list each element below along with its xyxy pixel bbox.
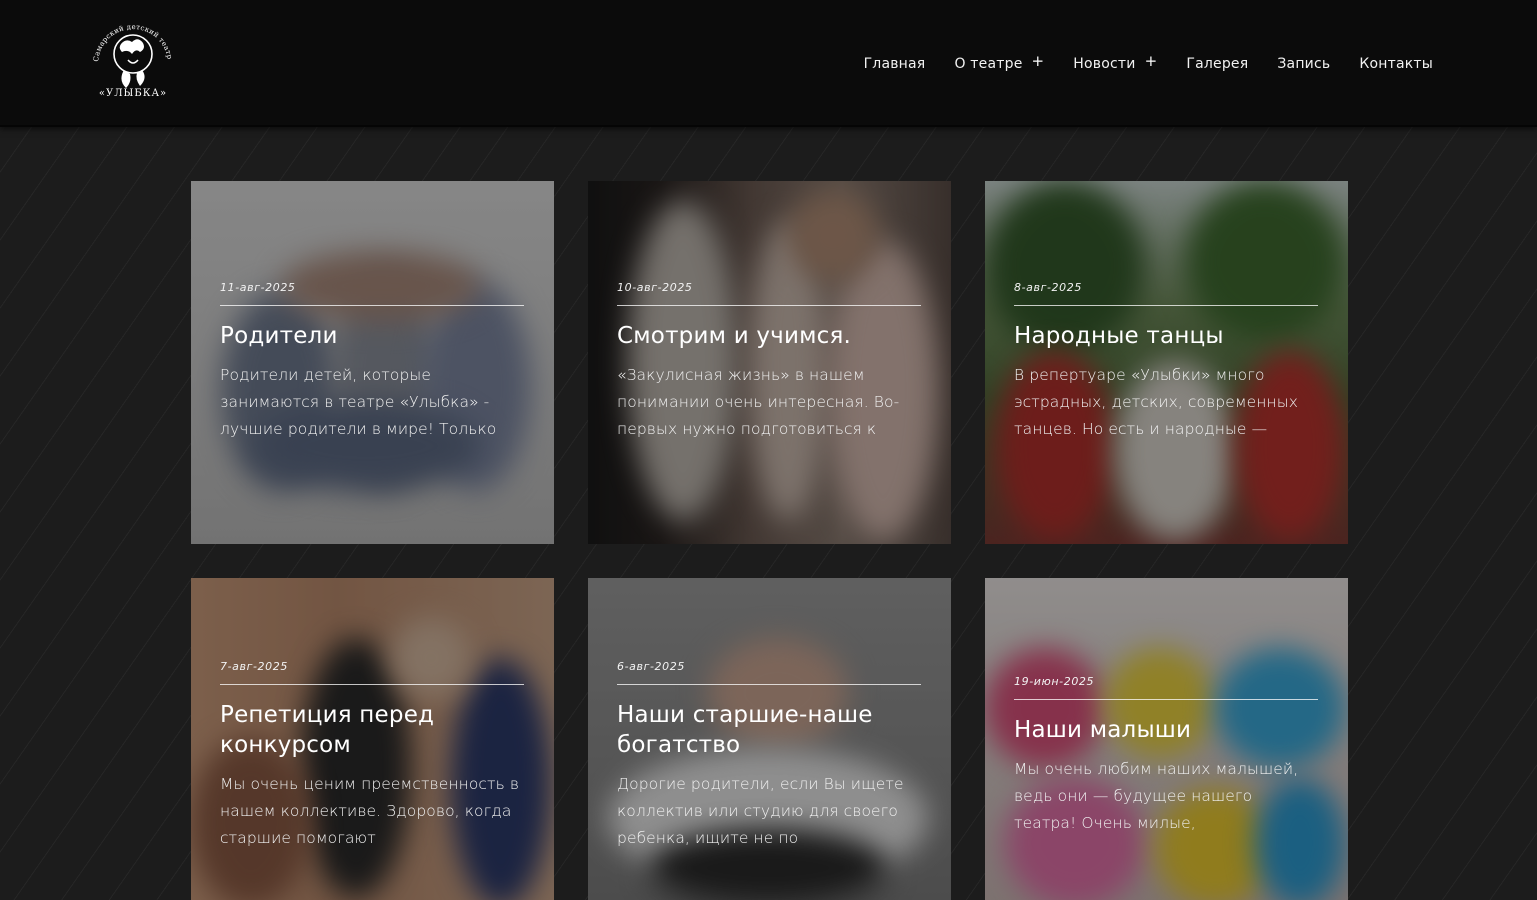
- post-card[interactable]: 7-авг-2025 Репетиция перед конкурсом Мы …: [191, 578, 554, 900]
- post-excerpt: Родители детей, которые занимаются в теа…: [220, 366, 497, 438]
- nav-item-about[interactable]: О театре +: [954, 52, 1045, 73]
- post-date: 6-авг-2025: [617, 660, 921, 685]
- nav-item-label: Главная: [863, 56, 926, 72]
- post-title[interactable]: Репетиция перед конкурсом: [220, 700, 524, 760]
- post-date: 7-авг-2025: [220, 660, 524, 685]
- svg-text:Самарский детский театр танца: Самарский детский театр танца «УЛЫБКА»: [88, 16, 174, 62]
- logo-arc-text: Самарский детский театр танца «УЛЫБКА»: [84, 10, 173, 62]
- site-header: Самарский детский театр танца «УЛЫБКА» «…: [0, 0, 1537, 127]
- post-card[interactable]: 19-июн-2025 Наши малыши Мы очень любим н…: [985, 578, 1348, 900]
- post-content: 7-авг-2025 Репетиция перед конкурсом Мы …: [220, 660, 524, 852]
- post-excerpt: Мы очень любим наших малышей, ведь они —…: [1014, 760, 1299, 832]
- nav-item-label: Запись: [1277, 56, 1331, 72]
- post-card[interactable]: 10-авг-2025 Смотрим и учимся. «Закулисна…: [588, 181, 951, 544]
- post-title[interactable]: Наши старшие-наше богатство: [617, 700, 921, 760]
- nav-item-label: О театре: [954, 56, 1023, 72]
- post-title[interactable]: Родители: [220, 321, 524, 351]
- main-nav: Главная О театре + Новости + Галерея Зап…: [864, 52, 1433, 76]
- post-excerpt: Мы очень ценим преемственность в нашем к…: [220, 775, 520, 847]
- post-content: 19-июн-2025 Наши малыши Мы очень любим н…: [1014, 675, 1318, 837]
- nav-item-signup[interactable]: Запись: [1277, 56, 1330, 72]
- nav-item-home[interactable]: Главная: [864, 56, 926, 72]
- submenu-plus-icon[interactable]: +: [1145, 52, 1158, 70]
- post-excerpt: Дорогие родители, если Вы ищете коллекти…: [617, 775, 904, 847]
- nav-item-label: Галерея: [1186, 56, 1249, 72]
- site-logo[interactable]: Самарский детский театр танца «УЛЫБКА» «…: [84, 10, 178, 102]
- post-date: 11-авг-2025: [220, 281, 524, 306]
- post-content: 8-авг-2025 Народные танцы В репертуаре «…: [1014, 281, 1318, 443]
- nav-item-gallery[interactable]: Галерея: [1186, 56, 1248, 72]
- post-card[interactable]: 6-авг-2025 Наши старшие-наше богатство Д…: [588, 578, 951, 900]
- post-date: 10-авг-2025: [617, 281, 921, 306]
- post-content: 11-авг-2025 Родители Родители детей, кот…: [220, 281, 524, 443]
- svg-text:«УЛЫБКА»: «УЛЫБКА»: [99, 88, 167, 99]
- post-excerpt: «Закулисная жизнь» в нашем понимании оче…: [617, 366, 900, 438]
- post-title[interactable]: Народные танцы: [1014, 321, 1318, 351]
- post-date: 19-июн-2025: [1014, 675, 1318, 700]
- smile-theatre-logo-icon: Самарский детский театр танца «УЛЫБКА» «…: [84, 10, 174, 99]
- post-content: 6-авг-2025 Наши старшие-наше богатство Д…: [617, 660, 921, 852]
- post-date: 8-авг-2025: [1014, 281, 1318, 306]
- nav-item-label: Контакты: [1359, 56, 1433, 72]
- nav-item-label: Новости: [1073, 56, 1136, 72]
- post-excerpt: В репертуаре «Улыбки» много эстрадных, д…: [1014, 366, 1298, 438]
- post-title[interactable]: Смотрим и учимся.: [617, 321, 921, 351]
- post-title[interactable]: Наши малыши: [1014, 715, 1318, 745]
- post-card[interactable]: 11-авг-2025 Родители Родители детей, кот…: [191, 181, 554, 544]
- nav-item-news[interactable]: Новости +: [1073, 52, 1158, 73]
- submenu-plus-icon[interactable]: +: [1032, 52, 1045, 70]
- nav-item-contacts[interactable]: Контакты: [1359, 56, 1433, 72]
- post-content: 10-авг-2025 Смотрим и учимся. «Закулисна…: [617, 281, 921, 443]
- post-card[interactable]: 8-авг-2025 Народные танцы В репертуаре «…: [985, 181, 1348, 544]
